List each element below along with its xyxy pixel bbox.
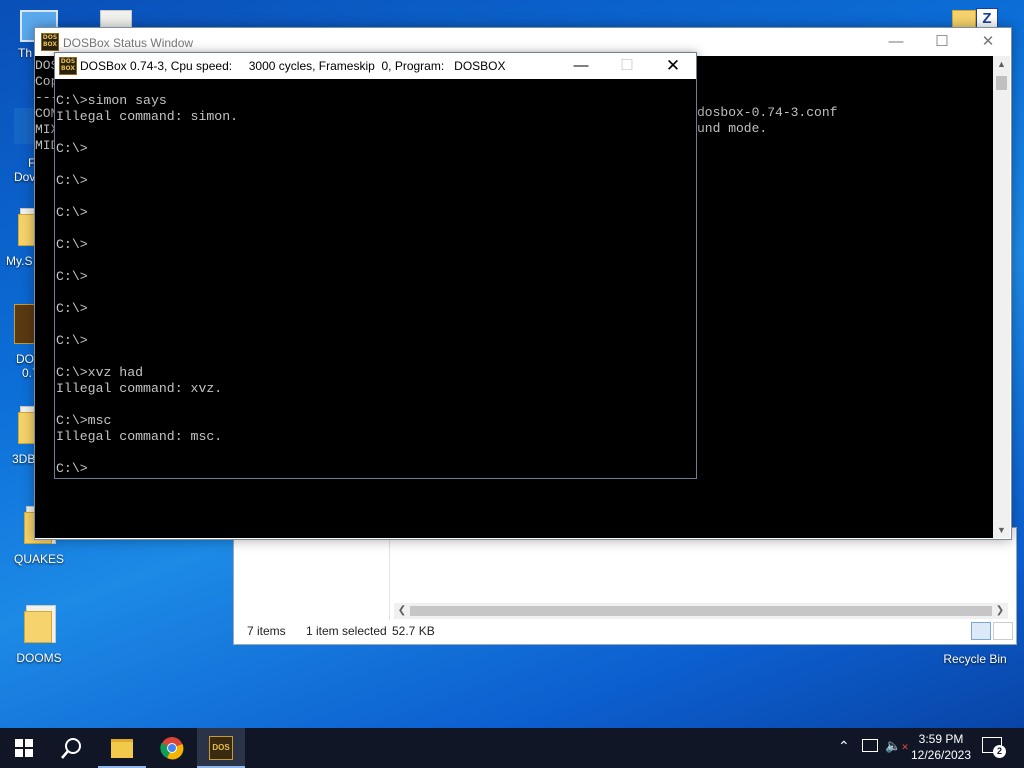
item-count: 7 items	[247, 624, 286, 638]
console-line: Illegal command: msc.	[56, 429, 223, 444]
selection-size: 52.7 KB	[392, 624, 435, 638]
dosbox-logo-icon: DOS BOX	[59, 57, 77, 75]
folder-icon	[24, 605, 56, 643]
chrome-icon	[160, 737, 184, 760]
search-icon	[61, 738, 81, 759]
console-line: C:\>	[56, 269, 88, 284]
title-bar[interactable]: DOS BOX DOSBox 0.74-3, Cpu speed: 3000 cy…	[55, 53, 696, 79]
taskbar: DOS ⌃ 🔈✕ 3:59 PM 12/26/2023 2	[0, 728, 1024, 768]
console-line: Illegal command: simon.	[56, 109, 239, 124]
file-explorer-taskbar-button[interactable]	[98, 728, 146, 768]
console-line: C:\>simon says	[56, 93, 167, 108]
status-bar: 7 items 1 item selected 52.7 KB	[234, 620, 1016, 642]
close-button[interactable]: ✕	[650, 53, 696, 79]
window-title: DOSBox 0.74-3, Cpu speed: 3000 cycles, F…	[80, 59, 506, 73]
file-explorer-window[interactable]: ❮ ❯ 7 items 1 item selected 52.7 KB	[233, 527, 1017, 645]
console-line: C:\>	[56, 237, 88, 252]
console-line: C:\>	[56, 141, 88, 156]
dosbox-icon: DOS	[209, 736, 233, 760]
console-line: C:\>	[56, 173, 88, 188]
network-icon[interactable]	[862, 739, 878, 752]
scroll-down-icon[interactable]: ▼	[993, 522, 1010, 538]
console-line: C:\>	[56, 333, 88, 348]
clock-date: 12/26/2023	[910, 748, 972, 762]
desktop-icon-folder-top[interactable]	[100, 10, 132, 30]
show-hidden-icons-button[interactable]: ⌃	[838, 738, 850, 755]
console-line: C:\>xvz had	[56, 365, 144, 380]
desktop-icon-top-right[interactable]: Z	[952, 8, 998, 30]
start-button[interactable]	[0, 728, 48, 768]
large-icons-view-icon[interactable]	[993, 622, 1013, 640]
console-line: Illegal command: xvz.	[56, 381, 223, 396]
dosbox-window[interactable]: DOS BOX DOSBox 0.74-3, Cpu speed: 3000 cy…	[54, 52, 697, 479]
notification-count: 2	[993, 745, 1006, 758]
dos-console[interactable]: C:\>simon says Illegal command: simon. C:\…	[55, 79, 696, 478]
dosbox-logo-icon: DOS BOX	[41, 33, 59, 51]
close-button[interactable]: ✕	[965, 28, 1011, 56]
chrome-taskbar-button[interactable]	[148, 728, 196, 768]
desktop-icon-dooms[interactable]: DOOMS	[4, 605, 74, 665]
desktop-icon-label: QUAKES	[13, 552, 64, 566]
windows-logo-icon	[15, 739, 33, 757]
scroll-left-icon[interactable]: ❮	[394, 603, 410, 619]
console-line: C:\>	[56, 205, 88, 220]
vertical-scrollbar[interactable]: ▲ ▼	[993, 56, 1010, 538]
scroll-thumb[interactable]	[410, 606, 992, 616]
console-text: dosbox-0.74-3.conf	[697, 105, 838, 120]
scroll-thumb[interactable]	[996, 76, 1007, 90]
scroll-right-icon[interactable]: ❯	[992, 603, 1008, 619]
pane-divider	[389, 528, 390, 620]
console-line: C:\>	[56, 301, 88, 316]
selection-count: 1 item selected	[306, 624, 387, 638]
notification-center-button[interactable]: 2	[982, 737, 1006, 758]
scroll-up-icon[interactable]: ▲	[993, 56, 1010, 72]
search-button[interactable]	[48, 728, 96, 768]
minimize-button[interactable]: —	[873, 28, 919, 56]
file-explorer-icon	[111, 739, 133, 758]
desktop-icon-label: Recycle Bin	[943, 652, 1007, 666]
horizontal-scrollbar[interactable]: ❮ ❯	[394, 603, 1008, 619]
console-text: und mode.	[697, 121, 768, 136]
window-title: DOSBox Status Window	[63, 36, 194, 50]
clock[interactable]: 3:59 PM 12/26/2023	[905, 731, 977, 763]
console-line: C:\>	[56, 461, 88, 476]
details-view-icon[interactable]	[971, 622, 991, 640]
maximize-button[interactable]: ☐	[604, 53, 650, 79]
desktop-icon-recycle-bin[interactable]: Recycle Bin	[940, 644, 1010, 666]
desktop-icon-label: DOOMS	[16, 651, 62, 665]
minimize-button[interactable]: —	[558, 53, 604, 79]
console-line: C:\>msc	[56, 413, 112, 428]
maximize-button[interactable]: ☐	[919, 28, 965, 56]
clock-time: 3:59 PM	[918, 732, 964, 746]
dosbox-taskbar-button[interactable]: DOS	[197, 728, 245, 768]
